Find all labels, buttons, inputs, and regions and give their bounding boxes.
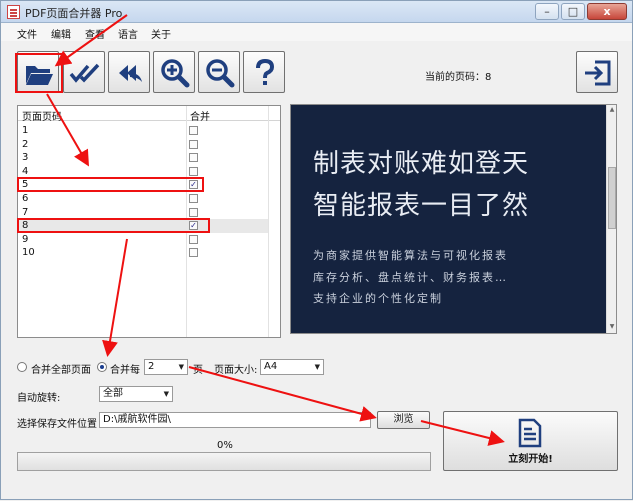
list-item[interactable]: 1 [18,124,268,138]
merge-checkbox[interactable] [189,153,198,163]
auto-rotate-value: 全部 [103,388,123,399]
start-label: 立刻开始! [508,454,553,465]
page-size-label: 页面大小: [214,365,258,376]
page-number: 9 [22,233,29,245]
start-button[interactable]: 立刻开始! [443,411,618,471]
preview-text-3: 支持企业的个性化定制 [313,292,443,305]
preview-text-2: 库存分析、盘点统计、财务报表… [313,271,508,284]
preview-scrollbar[interactable]: ▲ ▼ [606,105,616,333]
zoom-in-icon [161,59,190,88]
page-number: 4 [22,165,29,177]
list-item[interactable]: 3 [18,151,268,165]
title-bar: PDF页面合并器 Pro – □ x [1,1,632,23]
page-number: 7 [22,206,29,218]
preview-image: 制表对账难如登天 智能报表一目了然 为商家提供智能算法与可视化报表 库存分析、盘… [291,105,606,333]
menu-language[interactable]: 语言 [118,26,138,41]
menu-edit[interactable]: 编辑 [51,26,71,41]
zoom-out-icon [206,59,235,88]
progress-label: 0% [217,440,233,451]
merge-checkbox[interactable] [189,248,198,258]
page-number: 6 [22,193,29,204]
page-unit-label: 页 [193,365,203,376]
page-number: 2 [22,138,29,150]
merge-every-select[interactable]: 2 ▼ [144,359,188,375]
merge-checkbox[interactable] [189,139,198,149]
column-divider [268,106,269,337]
close-button[interactable]: x [587,3,627,20]
page-size-select[interactable]: A4 ▼ [260,359,324,375]
list-item[interactable]: 6 [18,192,268,206]
double-check-icon [69,63,100,83]
header-merge[interactable]: 合并 [190,108,210,123]
current-page-label: 当前的页码：8 [425,72,492,83]
merge-checkbox[interactable] [189,194,198,203]
save-path-input[interactable]: D:\戚航软件园\ [99,412,371,428]
merge-every-radio[interactable] [97,362,107,372]
annotation-box [15,53,63,93]
chevron-down-icon: ▼ [178,363,184,371]
list-item[interactable]: 10 [18,246,268,260]
merge-checkbox[interactable] [189,166,198,176]
merge-all-radio[interactable] [17,362,27,372]
list-item[interactable]: 9 [18,233,268,247]
preview-text-1: 为商家提供智能算法与可视化报表 [313,249,508,262]
annotation-box [17,177,204,192]
merge-every-label: 合并每 [110,365,140,376]
menu-file[interactable]: 文件 [17,26,37,41]
app-window: PDF页面合并器 Pro – □ x 文件 编辑 查看 语言 关于 当前的页码：… [0,0,633,500]
maximize-button[interactable]: □ [561,3,585,20]
merge-all-label: 合并全部页面 [31,365,91,376]
zoom-out-button[interactable] [198,51,240,93]
scroll-down-icon[interactable]: ▼ [608,323,616,331]
scroll-thumb[interactable] [608,167,616,229]
chevron-down-icon: ▼ [163,390,169,398]
progress-bar [17,452,431,471]
exit-button[interactable] [576,51,618,93]
document-icon [518,418,542,448]
page-size-value: A4 [264,361,278,372]
page-preview: 制表对账难如登天 智能报表一目了然 为商家提供智能算法与可视化报表 库存分析、盘… [290,104,617,334]
auto-rotate-label: 自动旋转: [17,393,61,404]
page-number: 1 [22,125,29,136]
merge-every-value: 2 [148,361,155,372]
help-button[interactable] [243,51,285,93]
select-all-button[interactable] [63,51,105,93]
merge-checkbox[interactable] [189,207,198,217]
page-number: 3 [22,152,29,164]
merge-checkbox[interactable] [189,126,198,135]
browse-button[interactable]: 浏览 [377,411,430,429]
zoom-in-button[interactable] [153,51,195,93]
menu-about[interactable]: 关于 [151,26,171,41]
preview-heading-1: 制表对账难如登天 [313,149,530,179]
window-title: PDF页面合并器 Pro [25,7,123,20]
merge-checkbox[interactable] [189,234,198,244]
chevron-down-icon: ▼ [314,363,320,371]
deselect-button[interactable] [108,51,150,93]
save-location-label: 选择保存文件位置 [17,419,97,430]
page-number: 10 [22,247,35,259]
preview-heading-2: 智能报表一目了然 [313,191,530,221]
auto-rotate-select[interactable]: 全部 ▼ [99,386,173,402]
double-back-arrow-icon [119,65,142,82]
exit-icon [585,60,611,86]
app-pdf-icon [7,5,20,19]
list-item[interactable]: 2 [18,138,268,152]
header-page-number[interactable]: 页面页码 [22,108,62,123]
list-header: 页面页码 合并 [18,106,280,123]
scroll-up-icon[interactable]: ▲ [608,106,616,114]
minimize-button[interactable]: – [535,3,559,20]
annotation-box [17,218,210,233]
menu-bar: 文件 编辑 查看 语言 关于 [1,23,632,41]
question-mark-icon [256,58,275,85]
menu-view[interactable]: 查看 [85,26,105,41]
